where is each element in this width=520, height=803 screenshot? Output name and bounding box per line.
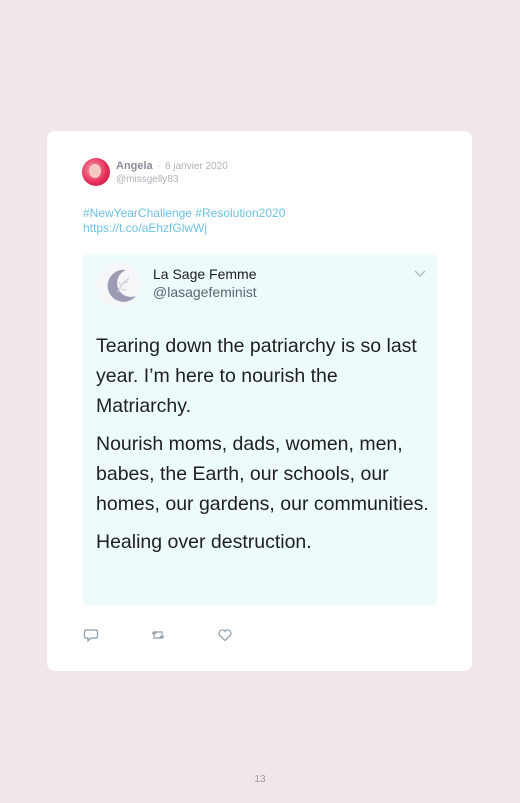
- quoted-body: Tearing down the patriarchy is so last y…: [96, 331, 431, 565]
- page-number: 13: [254, 774, 266, 785]
- tweet-actions: [83, 627, 284, 643]
- quoted-paragraph: Healing over destruction.: [96, 531, 312, 553]
- tweet-author: Angela · 6 janvier 2020 @missgelly83: [82, 158, 228, 186]
- author-separator: ·: [157, 161, 161, 172]
- tweet-hashtags[interactable]: #NewYearChallenge #Resolution2020: [83, 206, 285, 221]
- chevron-down-icon[interactable]: [413, 266, 427, 280]
- quoted-avatar[interactable]: [96, 262, 142, 308]
- quoted-handle[interactable]: @lasagefeminist: [153, 284, 257, 300]
- quoted-tweet[interactable]: La Sage Femme @lasagefeminist Tearing do…: [83, 254, 437, 606]
- author-avatar[interactable]: [82, 158, 110, 186]
- tweet-link[interactable]: https://t.co/aEhzfGlwWj: [83, 221, 285, 236]
- like-icon[interactable]: [217, 627, 233, 643]
- tweet-card: Angela · 6 janvier 2020 @missgelly83 #Ne…: [47, 131, 472, 671]
- tweet-date[interactable]: 6 janvier 2020: [165, 161, 228, 172]
- quoted-paragraph: Tearing down the patriarchy is so last y…: [96, 335, 417, 417]
- retweet-icon[interactable]: [150, 627, 166, 643]
- quoted-name[interactable]: La Sage Femme: [153, 266, 257, 282]
- author-handle[interactable]: @missgelly83: [116, 173, 228, 186]
- tweet-text: #NewYearChallenge #Resolution2020 https:…: [83, 206, 285, 236]
- quoted-paragraph: Nourish moms, dads, women, men, babes, t…: [96, 433, 429, 515]
- reply-icon[interactable]: [83, 627, 99, 643]
- moon-logo-icon: [107, 269, 136, 302]
- author-name[interactable]: Angela: [116, 160, 153, 172]
